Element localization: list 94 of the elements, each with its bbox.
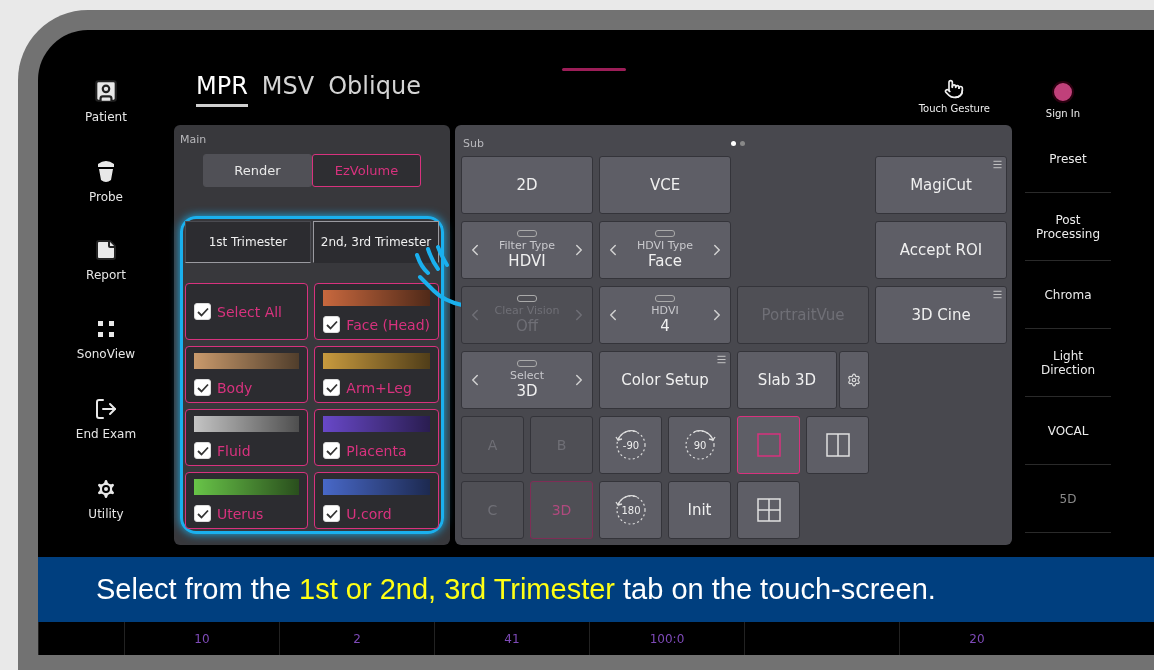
checkbox[interactable] xyxy=(323,379,341,396)
rotate-button[interactable]: 90 xyxy=(668,416,731,474)
nav-item[interactable]: Probe xyxy=(51,157,161,238)
tile-button[interactable]: Init xyxy=(668,481,731,539)
handle-icon xyxy=(517,360,537,367)
handle-icon xyxy=(655,230,675,237)
trimester-tab[interactable]: 1st Trimester xyxy=(185,221,311,263)
page-dot[interactable] xyxy=(731,140,736,146)
checkbox[interactable] xyxy=(323,505,341,522)
checkbox[interactable] xyxy=(194,442,211,459)
side-menu-item[interactable]: Post Processing xyxy=(1025,193,1111,261)
layout-button[interactable] xyxy=(806,416,869,474)
sub-button[interactable]: 3D Cine xyxy=(875,286,1007,344)
spinner-caption: HDVI xyxy=(651,304,679,317)
touch-gesture-button[interactable]: Touch Gesture xyxy=(912,78,996,115)
tissue-card[interactable]: Body xyxy=(185,346,309,403)
caption-text: Select from the 1st or 2nd, 3rd Trimester tab on the touch-screen. xyxy=(96,573,936,606)
sub-button[interactable]: MagiCut xyxy=(875,156,1007,214)
handle-bar[interactable] xyxy=(562,68,626,71)
layout-icon xyxy=(756,498,781,522)
spinner-caption: Select xyxy=(510,369,544,382)
rotate-button[interactable]: 180 xyxy=(599,481,662,539)
view-tab[interactable]: MPR xyxy=(196,72,248,107)
menu-icon xyxy=(992,289,1003,300)
nav-item[interactable]: Report xyxy=(51,237,161,318)
menu-icon xyxy=(716,354,727,365)
tissue-label: Placenta xyxy=(346,442,407,459)
handle-icon xyxy=(517,230,537,237)
tissue-card[interactable]: Arm+Leg xyxy=(314,346,439,403)
page-dot[interactable] xyxy=(740,140,745,146)
layout-icon xyxy=(825,433,850,457)
tissue-label: Body xyxy=(217,379,253,396)
user-avatar-icon xyxy=(1051,80,1075,104)
tissue-label: Arm+Leg xyxy=(346,379,412,396)
side-menu-item[interactable]: Chroma xyxy=(1025,261,1111,329)
checkbox[interactable] xyxy=(194,303,211,320)
menu-icon xyxy=(992,159,1003,170)
tissue-card[interactable]: U.cord xyxy=(314,472,439,529)
side-menu-item[interactable]: Light Direction xyxy=(1025,329,1111,397)
tissue-card[interactable]: Fluid xyxy=(185,409,309,466)
spinner-value: Face xyxy=(648,252,682,270)
mode-tab[interactable]: Render xyxy=(203,154,312,187)
control-value: 10 xyxy=(194,631,210,646)
layout-icon xyxy=(756,433,781,457)
trimester-tab[interactable]: 2nd, 3rd Trimester xyxy=(313,221,439,263)
handle-icon xyxy=(655,295,675,302)
spinner-value: 3D xyxy=(516,382,538,400)
sub-button[interactable]: Color Setup xyxy=(599,351,731,409)
gear-icon xyxy=(847,373,861,387)
tissue-label: Select All xyxy=(217,303,282,320)
pointing-hand-icon xyxy=(944,79,965,99)
layout-button[interactable] xyxy=(737,481,800,539)
control-value: 100:0 xyxy=(649,631,685,646)
rotate-button[interactable]: -90 xyxy=(599,416,662,474)
handle-icon xyxy=(517,295,537,302)
spinner-value: HDVI xyxy=(508,252,546,270)
sign-in-button[interactable]: Sign In xyxy=(1012,30,1114,125)
control-value: 2 xyxy=(353,631,361,646)
control-value: 41 xyxy=(504,631,520,646)
sub-button[interactable]: Slab 3D xyxy=(737,351,837,409)
sub-button[interactable]: 2D xyxy=(461,156,593,214)
checkbox[interactable] xyxy=(323,442,341,459)
sub-button[interactable]: VCE xyxy=(599,156,731,214)
sub-button[interactable]: Accept ROI xyxy=(875,221,1007,279)
view-tab[interactable]: Oblique xyxy=(328,72,421,107)
nav-item[interactable]: SonoView xyxy=(51,317,161,398)
tissue-label: Face (Head) xyxy=(346,316,430,333)
patient-card-icon xyxy=(93,78,119,104)
checkbox[interactable] xyxy=(194,379,211,396)
spinner-caption: HDVI Type xyxy=(636,239,694,252)
panel-title: Main xyxy=(180,133,208,146)
panel-title: Sub xyxy=(463,136,484,150)
control-value: 20 xyxy=(969,631,985,646)
tissue-card[interactable]: Placenta xyxy=(314,409,439,466)
nav-item[interactable]: Patient xyxy=(51,78,161,158)
spinner-value: 4 xyxy=(660,317,670,335)
tissue-label: Uterus xyxy=(217,505,264,522)
nav-item[interactable]: End Exam xyxy=(51,397,161,478)
nav-item[interactable]: Utility xyxy=(51,477,161,557)
mode-tab[interactable]: EzVolume xyxy=(312,154,421,187)
spinner-caption: Filter Type xyxy=(499,239,555,252)
view-tab[interactable]: MSV xyxy=(261,72,315,107)
tissue-card[interactable]: Face (Head) xyxy=(314,283,439,340)
checkbox[interactable] xyxy=(323,316,341,333)
tissue-label: U.cord xyxy=(346,505,392,522)
tissue-card[interactable]: Uterus xyxy=(185,472,309,529)
side-menu-item[interactable]: VOCAL xyxy=(1025,397,1111,465)
tissue-label: Fluid xyxy=(217,442,251,459)
checkbox[interactable] xyxy=(194,505,211,522)
settings-button[interactable] xyxy=(839,351,869,409)
side-menu-item[interactable]: Preset xyxy=(1025,125,1111,193)
note-icon xyxy=(94,237,118,262)
exit-icon xyxy=(94,397,118,422)
tissue-card[interactable]: Select All xyxy=(185,283,309,340)
